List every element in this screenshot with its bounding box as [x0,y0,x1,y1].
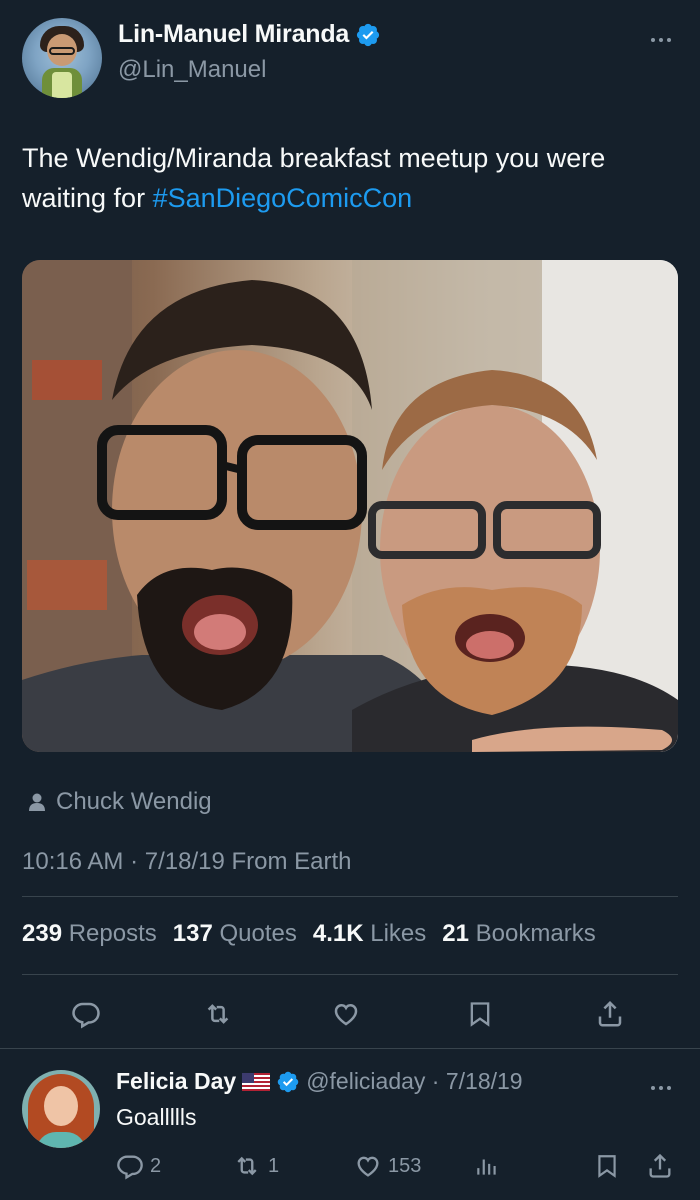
like-icon [357,1156,379,1177]
tweet-text: The Wendig/Miranda breakfast meetup you … [22,138,672,218]
likes-label: Likes [370,920,427,947]
author-handle[interactable]: @Lin_Manuel [118,56,381,84]
reply-views-button[interactable] [474,1150,500,1182]
reposts-count: 239 [22,920,63,947]
reply-like-button[interactable]: 153 [354,1150,421,1182]
bookmark-button[interactable] [462,996,498,1032]
share-icon [598,1000,622,1027]
reply-share-button[interactable] [646,1150,674,1182]
share-icon [649,1153,671,1178]
tweet-action-bar [22,990,678,1040]
tweet-timestamp[interactable]: 10:16 AM · 7/18/19 From Earth [22,848,352,876]
tagged-people[interactable]: Chuck Wendig [28,788,212,816]
bookmark-icon [598,1155,616,1178]
reply-reply-button[interactable]: 2 [116,1150,161,1182]
reposts-label: Reposts [68,920,157,947]
more-options-button[interactable] [646,30,676,50]
bookmarks-label: Bookmarks [475,920,596,947]
quotes-stat[interactable]: 137 Quotes [173,920,297,948]
reply-text: Goallllls [116,1104,197,1130]
repost-button[interactable] [200,996,236,1032]
reply-repost-button[interactable]: 1 [232,1150,279,1182]
verified-badge-icon [357,23,380,46]
divider [22,974,678,975]
reply-bookmark-button[interactable] [594,1150,620,1182]
us-flag-icon [242,1072,271,1091]
bookmarks-stat[interactable]: 21 Bookmarks [442,920,595,948]
author-name-block: Lin-Manuel Miranda @Lin_Manuel [118,20,381,84]
like-count: 153 [388,1154,422,1177]
quotes-label: Quotes [219,920,297,947]
like-button[interactable] [328,996,364,1032]
reply-count: 2 [150,1154,162,1177]
quotes-count: 137 [172,920,213,947]
reply-icon [117,1155,143,1180]
tweet-header: Lin-Manuel Miranda @Lin_Manuel [22,18,678,98]
more-dots-icon [651,38,655,42]
hashtag-link[interactable]: #SanDiegoComicCon [153,183,413,213]
reply-button[interactable] [68,996,104,1032]
divider [22,896,678,897]
reposts-stat[interactable]: 239 Reposts [22,920,157,948]
person-icon [29,793,45,811]
reply-author-avatar[interactable] [22,1070,100,1148]
bookmark-icon [470,1002,490,1027]
tagged-person-name: Chuck Wendig [56,788,212,815]
reply-action-bar: 2 1 153 [116,1150,678,1184]
author-display-name[interactable]: Lin-Manuel Miranda [118,20,349,49]
repost-icon [207,1004,229,1024]
tweet-stats: 239 Reposts 137 Quotes 4.1K Likes 21 Boo… [22,920,596,948]
tweet-detail-page: Lin-Manuel Miranda @Lin_Manuel The Wendi… [0,0,700,1200]
reply-header: Felicia Day @feliciaday · 7/18/19 [116,1068,523,1095]
more-dots-icon [651,1086,655,1090]
tweet-photo[interactable] [22,260,678,752]
bookmarks-count: 21 [442,920,469,947]
likes-count: 4.1K [312,920,364,947]
like-icon [334,1003,358,1026]
repost-icon [237,1156,257,1176]
repost-count: 1 [268,1154,280,1177]
reply-handle-and-date[interactable]: @feliciaday · 7/18/19 [306,1068,522,1095]
reply-author-name[interactable]: Felicia Day [116,1068,236,1095]
share-button[interactable] [592,996,628,1032]
reply-icon [72,1002,100,1029]
views-icon [477,1159,496,1175]
author-avatar[interactable] [22,18,102,98]
selfie-photo-image [22,260,678,752]
verified-badge-icon [277,1071,299,1092]
reply-divider [0,1048,700,1049]
likes-stat[interactable]: 4.1K Likes [313,920,426,948]
reply-more-options-button[interactable] [646,1078,676,1098]
